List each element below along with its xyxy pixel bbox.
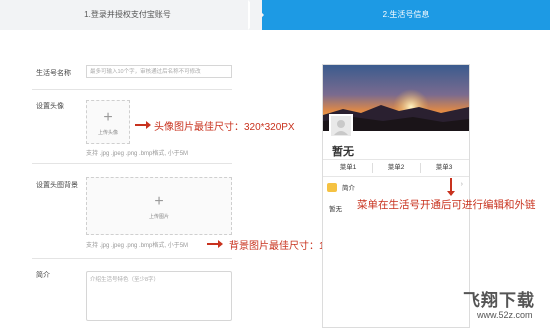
arrow-icon: [207, 240, 223, 248]
menu-item-1[interactable]: 菜单1: [324, 160, 372, 176]
plus-icon: +: [154, 193, 164, 210]
intro-textarea[interactable]: 介绍生活号特色（至少8字）: [86, 271, 232, 321]
bg-hint: 支持 .jpg .jpeg .png .bmp格式, 小于5M: [86, 243, 189, 249]
plus-icon: +: [103, 109, 113, 126]
bg-upload-text: 上传图片: [148, 214, 169, 220]
avatar-hint: 支持 .jpg .jpeg .png .bmp格式, 小于5M: [86, 151, 189, 157]
menu-item-3[interactable]: 菜单3: [420, 160, 468, 176]
intro-label: 简介: [36, 272, 50, 279]
avatar-upload-text: 上传头像: [97, 130, 118, 136]
avatar-upload-box[interactable]: + 上传头像: [86, 100, 130, 144]
phone-preview: 暂无 菜单1 菜单2 菜单3 简介 › 暂无: [322, 64, 470, 328]
intro-title: 简介: [342, 185, 355, 192]
menu-bar: 菜单1 菜单2 菜单3: [323, 159, 469, 177]
chevron-right-icon: ›: [460, 181, 463, 188]
intro-text: 暂无: [329, 206, 342, 213]
divider: [32, 89, 232, 90]
bg-upload-box[interactable]: + 上传图片: [86, 177, 232, 235]
step-arrow: [250, 0, 264, 30]
watermark-url: www.52z.com: [477, 310, 533, 320]
step-bar: 1.登录并授权支付宝账号 2.生活号信息: [0, 0, 550, 30]
intro-icon: [327, 183, 337, 192]
step-info-active: 2.生活号信息: [262, 0, 550, 30]
watermark-title: 飞翔下载: [463, 291, 535, 310]
divider: [32, 258, 232, 259]
watermark: 飞翔下载 www.52z.com: [455, 284, 550, 328]
name-label: 生活号名称: [36, 70, 71, 77]
avatar-size-note: 头像图片最佳尺寸：320*320PX: [154, 122, 295, 133]
intro-row: 简介 ›: [327, 181, 467, 195]
menu-note: 菜单在生活号开通后可进行编辑和外链: [357, 199, 536, 211]
arrow-icon: [135, 121, 151, 129]
avatar: [329, 114, 353, 138]
name-input[interactable]: 最多可输入10个字，审核通过后名称不可修改: [86, 65, 232, 78]
preview-name: 暂无: [332, 146, 354, 158]
step-login: 1.登录并授权支付宝账号: [0, 0, 255, 30]
menu-item-2[interactable]: 菜单2: [372, 160, 420, 176]
divider: [32, 163, 232, 164]
avatar-label: 设置头像: [36, 103, 64, 110]
bg-label: 设置头图背景: [36, 182, 78, 189]
user-icon: [334, 120, 348, 135]
arrow-down-icon: [447, 178, 455, 196]
